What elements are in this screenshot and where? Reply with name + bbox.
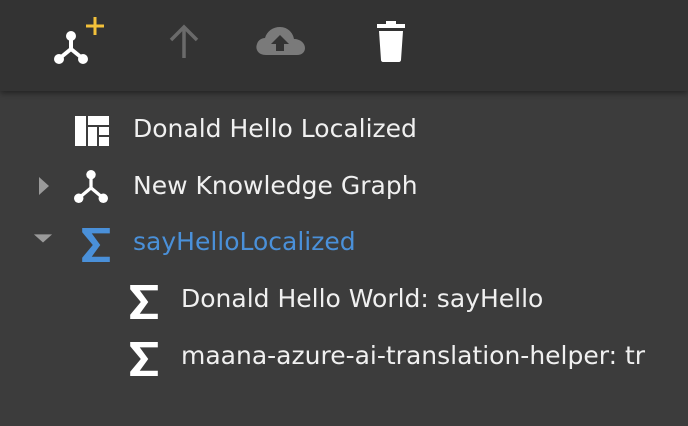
knowledge-graph-icon [74, 169, 108, 203]
tree-item-new-knowledge-graph[interactable]: New Knowledge Graph [0, 158, 688, 214]
function-sigma-icon [130, 285, 158, 319]
add-knowledge-graph-button[interactable] [44, 10, 108, 74]
tree-item-label: sayHelloLocalized [133, 227, 356, 256]
tree-item-label: Donald Hello Localized [133, 114, 417, 143]
function-sigma-icon [82, 228, 110, 262]
graph-add-icon [54, 17, 104, 64]
trash-icon [377, 21, 405, 62]
tree-item-sayhellolocalized[interactable]: sayHelloLocalized [0, 214, 688, 270]
caret-right-icon[interactable] [34, 176, 54, 196]
tree-item-donald-hello-world[interactable]: Donald Hello World: sayHello [0, 271, 688, 327]
arrow-up-icon [169, 24, 199, 58]
tree-item-label: Donald Hello World: sayHello [181, 284, 544, 313]
tree-item-label: New Knowledge Graph [133, 171, 418, 200]
move-up-button[interactable] [152, 10, 216, 74]
caret-down-icon[interactable] [33, 228, 53, 248]
upload-button[interactable] [248, 10, 312, 74]
workspace-icon [75, 116, 109, 146]
function-sigma-icon [130, 342, 158, 376]
tree-item-donald-hello-localized[interactable]: Donald Hello Localized [0, 101, 688, 157]
knowledge-panel: Donald Hello Localized New Knowledge Gra… [0, 0, 688, 426]
tree-item-label: maana-azure-ai-translation-helper: tr [181, 341, 646, 370]
toolbar [0, 0, 688, 91]
delete-button[interactable] [359, 10, 423, 74]
tree-item-translation-helper[interactable]: maana-azure-ai-translation-helper: tr [0, 328, 688, 384]
cloud-upload-icon [256, 27, 305, 55]
